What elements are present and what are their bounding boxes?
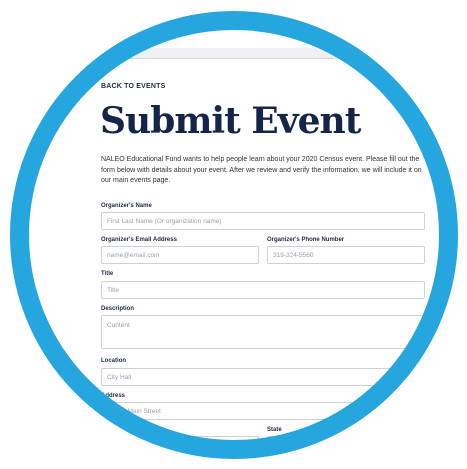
circular-crop: BACK TO EVENTS Submit Event NALEO Educat… [10, 11, 458, 459]
organizer-email-label: Organizer's Email Address [101, 237, 177, 243]
address-input[interactable] [101, 402, 425, 420]
page-title: Submit Event [100, 100, 361, 142]
title-input[interactable] [101, 281, 425, 299]
organizer-phone-input[interactable] [267, 246, 425, 264]
description-textarea[interactable] [101, 315, 425, 349]
organizer-email-input[interactable] [101, 246, 259, 264]
back-to-events-link[interactable]: BACK TO EVENTS [101, 83, 166, 90]
location-input[interactable] [101, 368, 425, 386]
title-label: Title [101, 271, 114, 277]
screenshot-stage: BACK TO EVENTS Submit Event NALEO Educat… [0, 0, 467, 469]
header-bar [60, 48, 420, 59]
address-label: Address [101, 393, 126, 399]
organizer-phone-label: Organizer's Phone Number [267, 237, 345, 243]
location-label: Location [101, 358, 126, 364]
state-select[interactable] [267, 436, 425, 454]
city-input[interactable] [101, 436, 259, 454]
organizer-name-input[interactable] [101, 212, 425, 230]
intro-text: NALEO Educational Fund wants to help peo… [101, 156, 422, 184]
description-label: Description [101, 306, 135, 312]
state-label: State [267, 427, 282, 433]
organizer-name-label: Organizer's Name [101, 203, 152, 209]
submit-event-page: BACK TO EVENTS Submit Event NALEO Educat… [10, 11, 458, 459]
